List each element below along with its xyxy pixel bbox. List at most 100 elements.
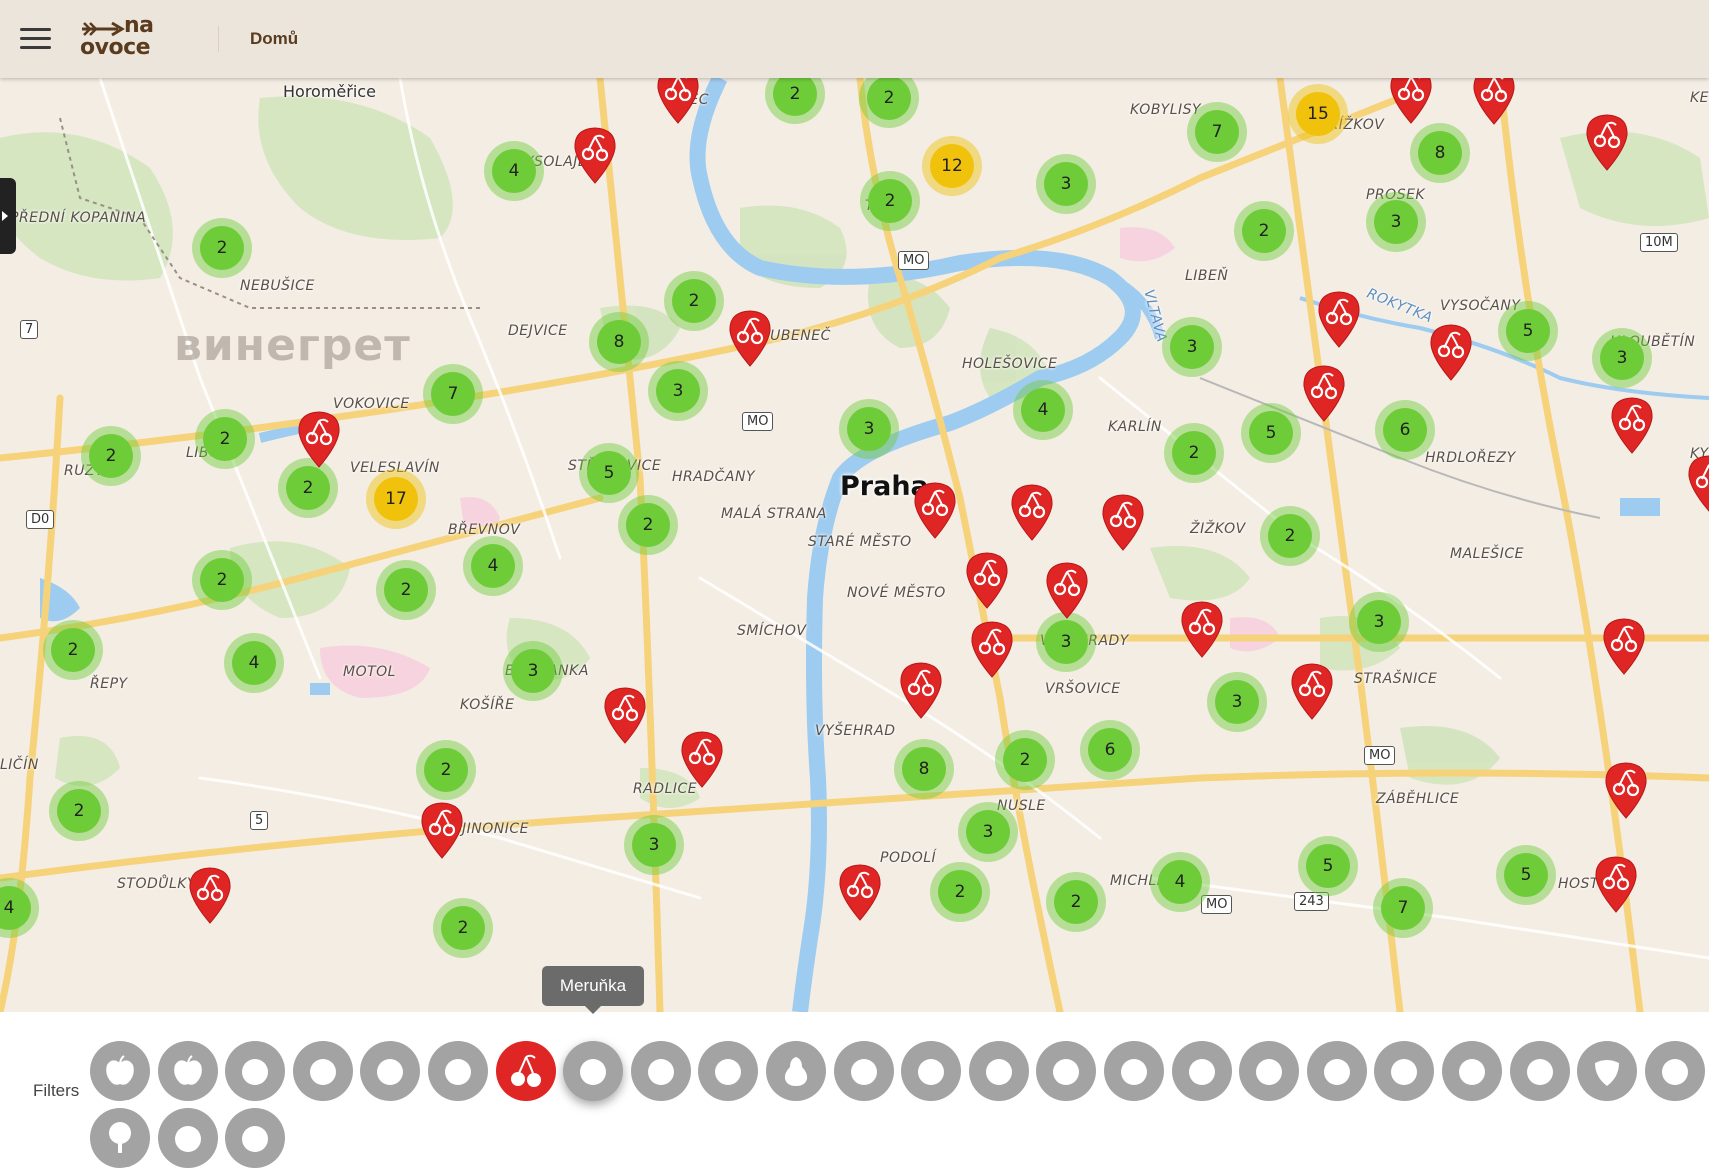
filter-berries-button[interactable] [157,1108,218,1168]
marker-cluster[interactable]: 4 [1013,380,1073,440]
fruit-tree-pin[interactable] [419,801,465,859]
filter-chestnut-button[interactable] [428,1041,488,1101]
filter-currant-button[interactable] [1104,1041,1164,1101]
filter-strawberry-button[interactable] [1577,1041,1638,1101]
menu-icon[interactable] [16,22,56,56]
marker-cluster[interactable]: 8 [1410,123,1470,183]
marker-cluster[interactable]: 4 [1150,852,1210,912]
marker-cluster[interactable]: 2 [192,218,252,278]
fruit-tree-pin[interactable] [964,551,1010,609]
marker-cluster[interactable]: 3 [1366,192,1426,252]
fruit-tree-pin[interactable] [1603,761,1649,819]
filter-orange-button[interactable] [225,1108,286,1168]
marker-cluster[interactable]: 2 [1046,872,1106,932]
filter-hazelnut-button[interactable] [360,1041,421,1101]
marker-cluster[interactable]: 4 [484,141,544,201]
filter-elderberry-button[interactable] [1509,1041,1570,1101]
marker-cluster[interactable]: 4 [463,536,523,596]
marker-cluster[interactable]: 2 [43,620,103,680]
marker-cluster[interactable]: 2 [49,781,109,841]
marker-cluster[interactable]: 7 [1187,102,1247,162]
marker-cluster[interactable]: 2 [995,730,1055,790]
marker-cluster[interactable]: 3 [648,361,708,421]
filter-quince-button[interactable] [1239,1041,1300,1101]
filter-apple-button[interactable] [90,1041,150,1101]
filter-pomegranate-button[interactable] [1644,1041,1705,1101]
filter-rosehip-button[interactable] [968,1041,1029,1101]
marker-cluster[interactable]: 7 [1373,878,1433,938]
fruit-tree-pin[interactable] [1601,617,1647,675]
marker-cluster[interactable]: 4 [224,633,284,693]
fruit-tree-pin[interactable] [1301,364,1347,422]
marker-cluster[interactable]: 5 [579,443,639,503]
marker-cluster[interactable]: 2 [416,740,476,800]
fruit-tree-pin[interactable] [1428,323,1474,381]
fruit-tree-pin[interactable] [655,78,701,124]
fruit-tree-pin[interactable] [1593,855,1639,913]
marker-cluster[interactable]: 3 [839,399,899,459]
filter-apple-button[interactable] [157,1041,218,1101]
marker-cluster[interactable]: 8 [589,312,649,372]
marker-cluster[interactable]: 2 [195,409,255,469]
fruit-tree-pin[interactable] [1471,78,1517,125]
marker-cluster[interactable]: 3 [1207,672,1267,732]
marker-cluster[interactable]: 3 [1036,612,1096,672]
marker-cluster[interactable]: 2 [1234,201,1294,261]
filter-cornel-button[interactable] [698,1041,759,1101]
side-panel-toggle[interactable] [0,178,16,254]
filter-sour-cherry-button[interactable] [1442,1041,1502,1101]
marker-cluster[interactable]: 3 [1592,328,1652,388]
fruit-tree-pin[interactable] [1584,113,1630,171]
fruit-tree-pin[interactable] [837,863,883,921]
marker-cluster[interactable]: 7 [423,364,483,424]
marker-cluster[interactable]: 6 [1080,720,1140,780]
filter-fig-button[interactable] [292,1041,353,1101]
filter-peach-button[interactable] [1036,1041,1097,1101]
marker-cluster[interactable]: 3 [624,815,684,875]
fruit-tree-pin[interactable] [572,126,618,184]
fruit-tree-pin[interactable] [1686,454,1709,512]
filter-mirabelle-button[interactable] [1171,1041,1232,1101]
nav-home-link[interactable]: Domů [250,29,298,49]
marker-cluster[interactable]: 2 [618,495,678,555]
marker-cluster[interactable]: 17 [366,469,426,529]
filter-pear-button[interactable] [766,1041,826,1101]
marker-cluster[interactable]: 2 [860,171,920,231]
fruit-tree-pin[interactable] [898,661,944,719]
fruit-tree-pin[interactable] [1388,78,1434,124]
marker-cluster[interactable]: 3 [1036,154,1096,214]
marker-cluster[interactable]: 2 [376,560,436,620]
filter-apricot-button[interactable] [563,1041,624,1101]
marker-cluster[interactable]: 3 [958,802,1018,862]
fruit-tree-pin[interactable] [1009,483,1055,541]
marker-cluster[interactable]: 3 [1349,592,1409,652]
marker-cluster[interactable]: 6 [1375,400,1435,460]
marker-cluster[interactable]: 3 [503,641,563,701]
marker-cluster[interactable]: 2 [1164,423,1224,483]
filter-tree-button[interactable] [90,1108,150,1168]
fruit-tree-pin[interactable] [187,866,233,924]
marker-cluster[interactable]: 5 [1241,403,1301,463]
fruit-tree-pin[interactable] [296,410,342,468]
fruit-tree-pin[interactable] [602,686,648,744]
marker-cluster[interactable]: 2 [930,862,990,922]
filter-mulberry-button[interactable] [630,1041,691,1101]
filter-medlar-button[interactable] [1306,1041,1367,1101]
marker-cluster[interactable]: 2 [433,898,493,958]
filter-plum-button[interactable] [833,1041,894,1101]
marker-cluster[interactable]: 3 [1162,317,1222,377]
marker-cluster[interactable]: 2 [664,271,724,331]
marker-cluster[interactable]: 15 [1288,84,1348,144]
fruit-tree-pin[interactable] [679,730,725,788]
marker-cluster[interactable]: 8 [894,739,954,799]
fruit-tree-pin[interactable] [969,620,1015,678]
marker-cluster[interactable]: 2 [1260,506,1320,566]
fruit-tree-pin[interactable] [1609,396,1655,454]
fruit-tree-pin[interactable] [1316,290,1362,348]
logo[interactable]: na ovoce [80,14,170,64]
fruit-tree-pin[interactable] [1179,600,1225,658]
fruit-tree-pin[interactable] [727,309,773,367]
filter-raspberry-button[interactable] [901,1041,962,1101]
marker-cluster[interactable]: 12 [922,136,982,196]
marker-cluster[interactable]: 5 [1298,836,1358,896]
